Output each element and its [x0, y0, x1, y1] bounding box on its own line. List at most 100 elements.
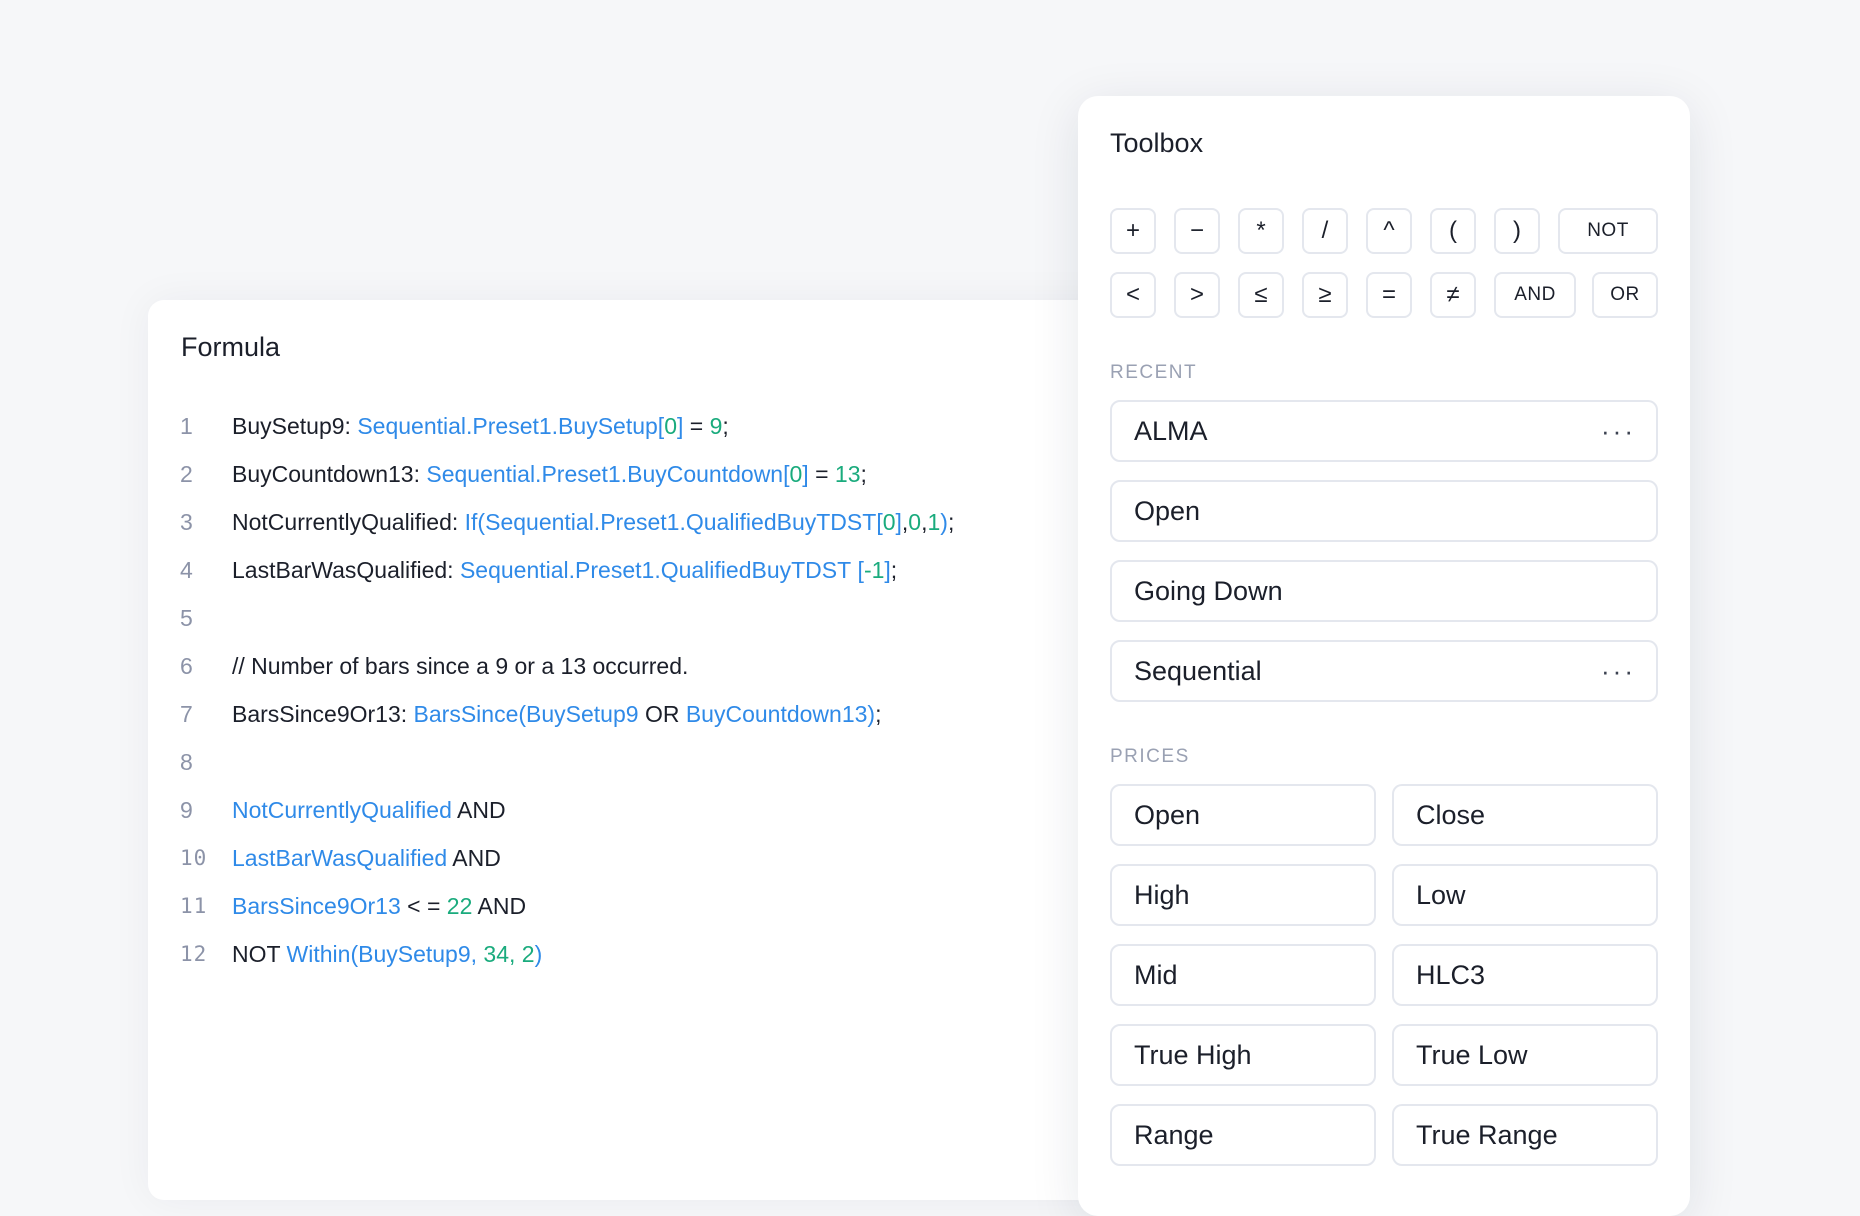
more-options-icon[interactable]: ···	[1601, 418, 1636, 444]
code-token: 1	[927, 508, 941, 535]
line-number: 2	[180, 460, 193, 487]
toolbox-title: Toolbox	[1110, 128, 1204, 158]
code-token: =	[808, 460, 835, 487]
code-line[interactable]: 12 NOT Within(BuySetup9, 34, 2)	[180, 930, 954, 978]
formula-panel: Formula 1 BuySetup9: Sequential.Preset1.B…	[148, 300, 1148, 1200]
line-number: 6	[180, 652, 193, 679]
code-token: BarsSince9Or13:	[232, 700, 414, 727]
power-button[interactable]: ^	[1366, 208, 1412, 254]
minus-button[interactable]: −	[1174, 208, 1220, 254]
price-item[interactable]: Range	[1110, 1104, 1376, 1166]
code-token: Sequential.Preset1.QualifiedBuyTDST	[459, 556, 852, 583]
code-token: ;	[875, 700, 882, 727]
code-line[interactable]: 6 // Number of bars since a 9 or a 13 occ…	[180, 642, 954, 690]
line-number: 1	[180, 412, 193, 439]
code-token: ;	[860, 460, 867, 487]
code-token: < =	[400, 892, 447, 919]
code-token: 0	[908, 508, 922, 535]
code-line[interactable]: 11 BarsSince9Or13 < = 22 AND	[180, 882, 954, 930]
code-token: )	[534, 940, 543, 967]
plus-button[interactable]: +	[1110, 208, 1156, 254]
price-item[interactable]: HLC3	[1392, 944, 1658, 1006]
code-line[interactable]: 2 BuyCountdown13: Sequential.Preset1.BuyC…	[180, 450, 954, 498]
recent-item-label: Going Down	[1134, 575, 1283, 606]
code-token: NotCurrentlyQualified:	[232, 508, 465, 535]
code-token: Sequential.Preset1.BuySetup	[357, 412, 658, 439]
recent-item[interactable]: Open	[1110, 480, 1658, 542]
code-token: NOT	[232, 940, 287, 967]
code-line[interactable]: 3 NotCurrentlyQualified: If(Sequential.Pr…	[180, 498, 954, 546]
code-token: [	[851, 556, 864, 583]
code-line[interactable]: 5	[180, 594, 954, 642]
line-number: 3	[180, 508, 193, 535]
code-line[interactable]: 4 LastBarWasQualified: Sequential.Preset1…	[180, 546, 954, 594]
greater-equal-button[interactable]: ≥	[1302, 272, 1348, 318]
price-item[interactable]: Open	[1110, 784, 1376, 846]
code-token: ;	[722, 412, 729, 439]
close-paren-button[interactable]: )	[1494, 208, 1540, 254]
recent-item[interactable]: ALMA ···	[1110, 400, 1658, 462]
prices-section-label: PRICES	[1110, 746, 1190, 767]
price-item[interactable]: True High	[1110, 1024, 1376, 1086]
price-item[interactable]: Low	[1392, 864, 1658, 926]
code-token: AND	[451, 796, 506, 823]
code-token: 0	[664, 412, 677, 439]
code-line[interactable]: 7 BarsSince9Or13: BarsSince(BuySetup9 OR …	[180, 690, 954, 738]
multiply-button[interactable]: *	[1238, 208, 1284, 254]
code-token: BarsSince9Or13	[232, 892, 401, 919]
code-token: ;	[947, 508, 955, 535]
code-token: Sequential.Preset1.BuyCountdown	[426, 460, 784, 487]
line-number: 11	[180, 894, 208, 918]
not-button[interactable]: NOT	[1558, 208, 1658, 254]
code-line[interactable]: 8	[180, 738, 954, 786]
line-number: 9	[180, 796, 193, 823]
less-than-button[interactable]: <	[1110, 272, 1156, 318]
code-token: =	[683, 412, 710, 439]
formula-editor[interactable]: 1 BuySetup9: Sequential.Preset1.BuySetup […	[180, 402, 954, 978]
code-token: 34, 2	[483, 940, 535, 967]
or-button[interactable]: OR	[1592, 272, 1658, 318]
divide-button[interactable]: /	[1302, 208, 1348, 254]
recent-item-label: Open	[1134, 495, 1201, 526]
price-item[interactable]: True Low	[1392, 1024, 1658, 1086]
price-item[interactable]: Close	[1392, 784, 1658, 846]
code-token: BarsSince	[413, 700, 519, 727]
code-token: Within	[286, 940, 351, 967]
recent-item[interactable]: Sequential ···	[1110, 640, 1658, 702]
less-equal-button[interactable]: ≤	[1238, 272, 1284, 318]
price-item[interactable]: True Range	[1392, 1104, 1658, 1166]
toolbox-panel: Toolbox RECENT PRICES + − * / ^ () NOT < > ≤ ≥ = ≠ AN…	[1078, 96, 1690, 1216]
code-line[interactable]: 1 BuySetup9: Sequential.Preset1.BuySetup[…	[180, 402, 954, 450]
code-token: 13	[834, 460, 861, 487]
recent-item-label: ALMA	[1134, 415, 1208, 446]
code-token: BuyCountdown13:	[232, 460, 427, 487]
price-item[interactable]: Mid	[1110, 944, 1376, 1006]
open-paren-button[interactable]: (	[1430, 208, 1476, 254]
code-token: 22	[446, 892, 473, 919]
code-line[interactable]: 9 NotCurrentlyQualified AND	[180, 786, 954, 834]
formula-title: Formula	[181, 332, 281, 362]
code-token: BuySetup9,	[358, 940, 484, 967]
not-equal-button[interactable]: ≠	[1430, 272, 1476, 318]
price-item[interactable]: High	[1110, 864, 1376, 926]
code-token: )	[867, 700, 876, 727]
line-number: 7	[180, 700, 193, 727]
greater-than-button[interactable]: >	[1174, 272, 1220, 318]
code-token: Sequential.Preset1.QualifiedBuyTDST	[485, 508, 877, 535]
recent-section-label: RECENT	[1110, 362, 1198, 383]
recent-item-label: Sequential	[1134, 655, 1262, 686]
and-button[interactable]: AND	[1494, 272, 1576, 318]
code-token: AND	[472, 892, 527, 919]
line-number: 12	[180, 942, 208, 966]
code-token: 0	[789, 460, 803, 487]
recent-item[interactable]: Going Down	[1110, 560, 1658, 622]
line-number: 5	[180, 604, 193, 631]
equals-button[interactable]: =	[1366, 272, 1412, 318]
code-token: LastBarWasQualified:	[232, 556, 460, 583]
code-token: BuyCountdown13	[685, 700, 868, 727]
code-token: )	[940, 508, 948, 535]
code-line[interactable]: 10 LastBarWasQualified AND	[180, 834, 954, 882]
more-options-icon[interactable]: ···	[1601, 658, 1636, 684]
code-token: BuySetup9	[526, 700, 639, 727]
code-token: AND	[447, 844, 501, 871]
